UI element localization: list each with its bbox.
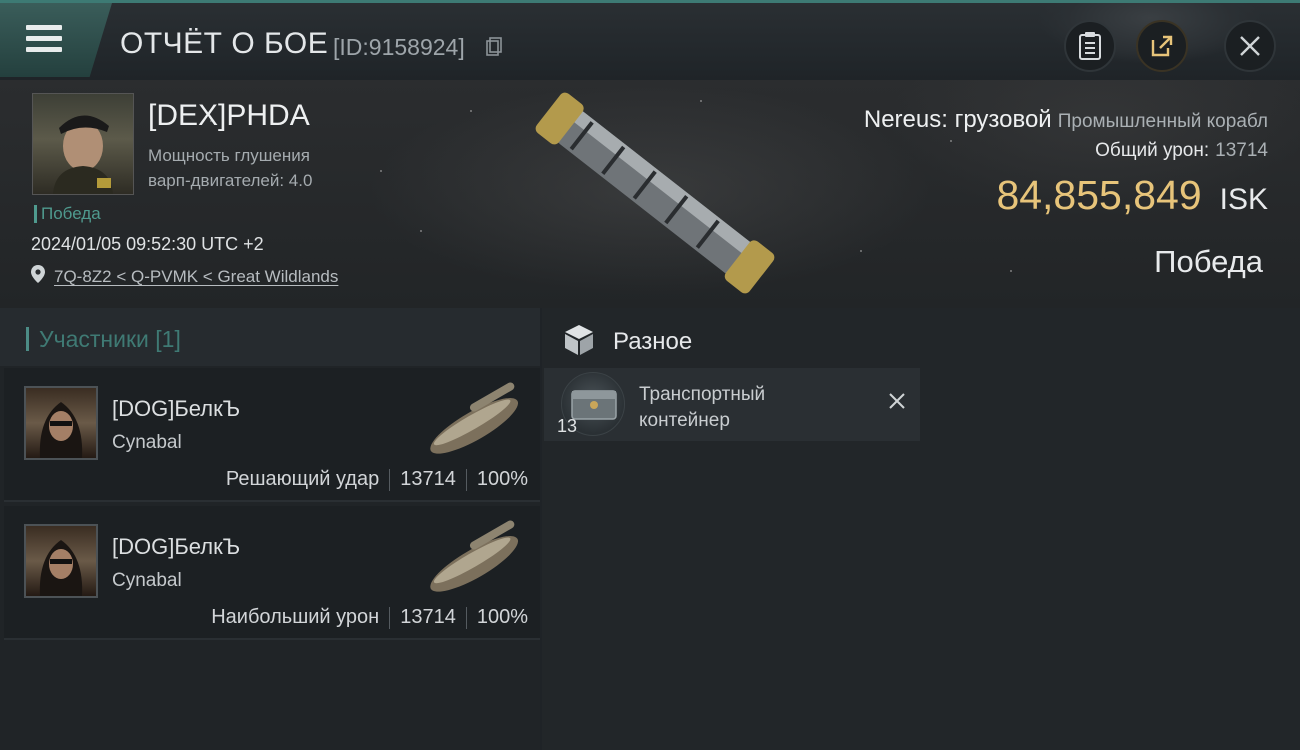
participant-name[interactable]: [DOG]БелкЪ xyxy=(112,534,240,560)
victim-ship-image[interactable] xyxy=(520,88,790,298)
item-card[interactable]: 13 Транспортный контейнер xyxy=(544,368,920,441)
menu-button[interactable] xyxy=(0,3,112,77)
isk-value-row: 84,855,849 ISK xyxy=(996,172,1268,219)
item-name: Транспортный контейнер xyxy=(639,382,839,434)
kill-datetime: 2024/01/05 09:52:30 UTC +2 xyxy=(31,234,264,254)
participant-ship: Cynabal xyxy=(112,432,182,453)
share-button[interactable] xyxy=(1136,20,1188,72)
victim-stat-line1: Мощность глушения xyxy=(148,146,310,165)
participant-row[interactable]: [DOG]БелкЪ Cynabal Решающий удар 13714 1… xyxy=(4,368,540,502)
victim-name[interactable]: [DEX]PHDA xyxy=(148,99,310,133)
participant-ship-image[interactable] xyxy=(416,512,536,602)
victim-portrait[interactable] xyxy=(32,93,134,195)
participant-role: Решающий удар xyxy=(225,468,380,490)
participant-role: Наибольший урон xyxy=(211,606,380,628)
total-damage: Общий урон: 13714 xyxy=(1095,140,1268,162)
report-id: [ID:9158924] xyxy=(333,34,465,60)
result-badge: Победа xyxy=(34,205,101,223)
participant-portrait[interactable] xyxy=(24,524,98,598)
ship-name-row: Nereus: грузовой Промышленный корабл xyxy=(820,106,1268,138)
participant-damage: 13714 xyxy=(400,606,456,628)
total-damage-value: 13714 xyxy=(1215,140,1268,161)
isk-unit: ISK xyxy=(1219,183,1268,216)
item-quantity: 13 xyxy=(557,416,578,436)
participant-stats: Наибольший урон 13714 100% xyxy=(211,606,528,629)
location-pin-icon xyxy=(31,265,45,283)
kill-location-link[interactable]: 7Q-8Z2 < Q-PVMK < Great Wildlands xyxy=(54,267,338,287)
participant-stats: Решающий удар 13714 100% xyxy=(226,468,528,491)
participant-percent: 100% xyxy=(476,606,528,628)
close-button[interactable] xyxy=(1224,20,1276,72)
participant-percent: 100% xyxy=(476,468,528,490)
top-bar: ОТЧЁТ О БОЕ [ID:9158924] xyxy=(0,0,1300,83)
misc-title: Разное xyxy=(613,328,693,355)
victim-portrait-image xyxy=(53,115,113,194)
item-name-line1: Транспортный xyxy=(639,384,766,405)
victim-stat: Мощность глушения варп-двигателей: 4.0 xyxy=(148,143,368,193)
result-label: Победа xyxy=(1154,244,1263,279)
item-name-line2: контейнер xyxy=(639,410,730,431)
participant-portrait-image xyxy=(39,402,83,458)
copy-icon[interactable] xyxy=(486,37,502,57)
close-icon xyxy=(1240,36,1260,56)
menu-icon xyxy=(26,25,62,53)
share-icon xyxy=(1151,35,1173,57)
page-title: ОТЧЁТ О БОЕ xyxy=(120,27,329,60)
participant-portrait[interactable] xyxy=(24,386,98,460)
clipboard-button[interactable] xyxy=(1064,20,1116,72)
clipboard-icon xyxy=(1079,32,1101,60)
participant-portrait-image xyxy=(39,540,83,596)
remove-icon[interactable] xyxy=(886,390,908,412)
participant-ship: Cynabal xyxy=(112,570,182,591)
isk-value: 84,855,849 xyxy=(996,172,1202,218)
participant-damage: 13714 xyxy=(400,468,456,490)
ship-class: Промышленный корабл xyxy=(1057,111,1268,132)
participants-title[interactable]: Участники [1] xyxy=(26,327,181,351)
participant-ship-image[interactable] xyxy=(416,374,536,464)
ship-name[interactable]: Nereus: грузовой xyxy=(864,106,1052,133)
total-damage-label: Общий урон: xyxy=(1095,140,1210,161)
participant-row[interactable]: [DOG]БелкЪ Cynabal Наибольший урон 13714… xyxy=(4,506,540,640)
box-icon xyxy=(565,325,593,355)
participant-name[interactable]: [DOG]БелкЪ xyxy=(112,396,240,422)
victim-stat-line2: варп-двигателей: 4.0 xyxy=(148,171,313,190)
